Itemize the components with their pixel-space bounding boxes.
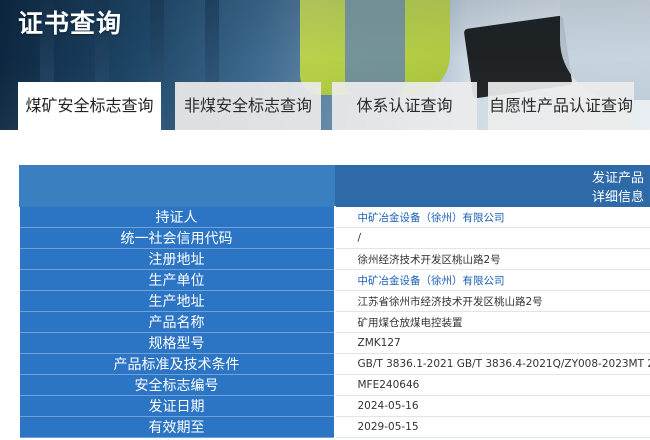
row-value-credit-code: /	[334, 227, 650, 249]
table-row: 生产单位 中矿冶金设备（徐州）有限公司	[19, 269, 650, 291]
row-value-product-name: 矿用煤仓放煤电控装置	[334, 311, 650, 333]
table-row: 持证人 中矿冶金设备（徐州）有限公司	[19, 206, 650, 228]
row-label-holder: 持证人	[19, 206, 336, 228]
certificate-detail-table: 发证产品详细信息 持证人 中矿冶金设备（徐州）有限公司 统一社会信用代码 / 注…	[19, 165, 650, 438]
table-row: 有效期至 2029-05-15	[19, 416, 650, 438]
row-value-registered-address: 徐州经济技术开发区桃山路2号	[334, 248, 650, 270]
table-header-title: 发证产品详细信息	[334, 165, 650, 207]
row-value-expiry-date: 2029-05-15	[334, 416, 650, 438]
row-label-model: 规格型号	[19, 332, 336, 354]
page-title: 证书查询	[18, 9, 123, 38]
row-label-credit-code: 统一社会信用代码	[19, 227, 336, 249]
table-row: 安全标志编号 MFE240646	[19, 374, 650, 396]
row-label-safety-mark-number: 安全标志编号	[19, 374, 336, 396]
table-header-row: 发证产品详细信息	[19, 165, 650, 207]
row-value-holder[interactable]: 中矿冶金设备（徐州）有限公司	[334, 206, 650, 228]
header-banner: 证书查询 煤矿安全标志查询 非煤安全标志查询 体系认证查询 自愿性产品认证查询	[0, 0, 650, 130]
row-label-standards: 产品标准及技术条件	[19, 353, 336, 375]
table-row: 统一社会信用代码 /	[19, 227, 650, 249]
row-value-model: ZMK127	[334, 332, 650, 354]
row-label-expiry-date: 有效期至	[19, 416, 336, 438]
table-header-label-cell	[19, 165, 335, 207]
query-tabs: 煤矿安全标志查询 非煤安全标志查询 体系认证查询 自愿性产品认证查询	[0, 82, 650, 130]
table-row: 规格型号 ZMK127	[19, 332, 650, 354]
row-value-standards: GB/T 3836.1-2021 GB/T 3836.4-2021Q/ZY008…	[334, 353, 650, 375]
tab-coal-mine-safety-mark[interactable]: 煤矿安全标志查询	[18, 82, 161, 130]
row-value-safety-mark-number: MFE240646	[334, 374, 650, 396]
table-row: 产品名称 矿用煤仓放煤电控装置	[19, 311, 650, 333]
tab-voluntary-product-certification[interactable]: 自愿性产品认证查询	[488, 82, 634, 130]
table-row: 产品标准及技术条件 GB/T 3836.1-2021 GB/T 3836.4-2…	[19, 353, 650, 375]
row-label-production-address: 生产地址	[19, 290, 336, 312]
tab-system-certification[interactable]: 体系认证查询	[332, 82, 477, 130]
row-value-issue-date: 2024-05-16	[334, 395, 650, 417]
table-row: 发证日期 2024-05-16	[19, 395, 650, 417]
row-value-production-address: 江苏省徐州市经济技术开发区桃山路2号	[334, 290, 650, 312]
tab-non-coal-safety-mark[interactable]: 非煤安全标志查询	[175, 82, 321, 130]
table-row: 生产地址 江苏省徐州市经济技术开发区桃山路2号	[19, 290, 650, 312]
row-label-manufacturer: 生产单位	[19, 269, 336, 291]
row-label-registered-address: 注册地址	[19, 248, 336, 270]
row-label-issue-date: 发证日期	[19, 395, 336, 417]
table-row: 注册地址 徐州经济技术开发区桃山路2号	[19, 248, 650, 270]
row-value-manufacturer[interactable]: 中矿冶金设备（徐州）有限公司	[334, 269, 650, 291]
row-label-product-name: 产品名称	[19, 311, 336, 333]
